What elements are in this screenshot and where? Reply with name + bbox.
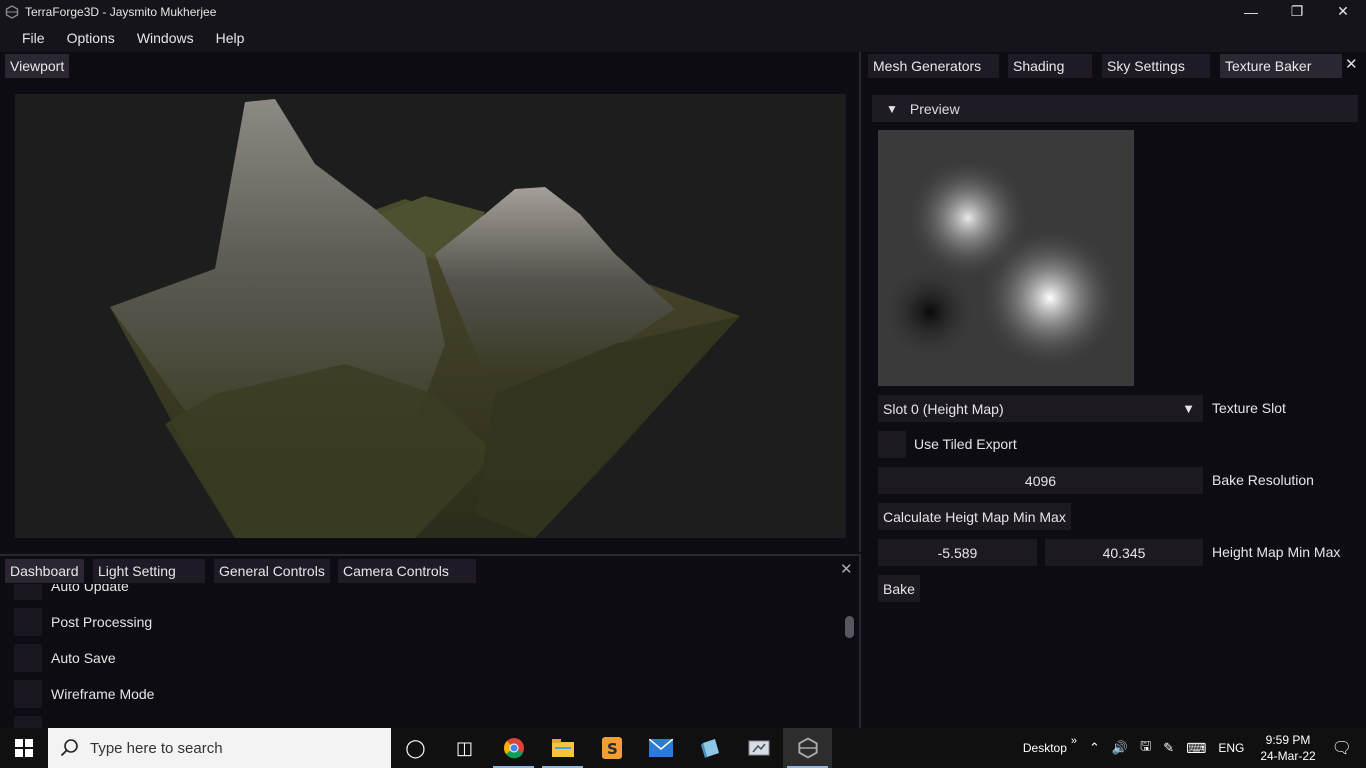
tab-sky-settings[interactable]: Sky Settings — [1102, 54, 1210, 78]
toolbar-expand-icon[interactable]: » — [1071, 735, 1077, 747]
tab-shading[interactable]: Shading — [1008, 54, 1092, 78]
network-icon[interactable]: 🖫 — [1140, 737, 1151, 759]
calculate-minmax-button[interactable]: Calculate Heigt Map Min Max — [878, 503, 1071, 530]
bake-resolution-input[interactable]: 4096 — [878, 467, 1203, 494]
tiled-export-checkbox[interactable] — [878, 431, 906, 458]
heightmap-minmax-label: Height Map Min Max — [1212, 544, 1341, 560]
volume-icon[interactable]: 🔊 — [1112, 740, 1128, 756]
language-indicator[interactable]: ENG — [1218, 741, 1244, 755]
notifications-icon[interactable]: 🗨 — [1332, 738, 1352, 758]
texture-slot-label: Texture Slot — [1212, 400, 1286, 416]
restore-button[interactable]: ❐ — [1274, 0, 1320, 23]
list-item: Wireframe Mode — [14, 676, 834, 712]
menu-options[interactable]: Options — [57, 30, 127, 46]
start-button[interactable] — [0, 728, 48, 768]
viewport-panel: Viewport — [0, 52, 861, 552]
viewport-canvas[interactable] — [15, 94, 846, 538]
post-processing-label: Post Processing — [51, 614, 153, 630]
terrain-render — [110, 99, 740, 538]
wireframe-mode-label: Wireframe Mode — [51, 686, 155, 702]
search-placeholder: Type here to search — [90, 739, 223, 757]
preview-title: Preview — [909, 100, 960, 117]
svg-text:S: S — [607, 740, 618, 758]
tab-viewport[interactable]: Viewport — [5, 54, 70, 78]
window-title: TerraForge3D - Jaysmito Mukherjee — [25, 4, 217, 19]
tab-camera-controls[interactable]: Camera Controls — [338, 559, 476, 583]
tab-dashboard[interactable]: Dashboard — [5, 559, 84, 583]
snipping-tool-icon[interactable] — [734, 728, 783, 768]
title-bar: TerraForge3D - Jaysmito Mukherjee — ❐ ✕ — [0, 0, 1366, 23]
mail-icon[interactable] — [636, 728, 685, 768]
minimize-button[interactable]: — — [1228, 0, 1274, 23]
sublime-text-icon[interactable]: S — [587, 728, 636, 768]
show-hidden-icons-icon[interactable]: ⌃ — [1089, 740, 1100, 756]
tab-general-controls[interactable]: General Controls — [214, 559, 330, 583]
close-tab-icon[interactable]: ✕ — [1345, 55, 1358, 73]
close-panel-icon[interactable]: ✕ — [840, 560, 853, 578]
tab-texture-baker[interactable]: Texture Baker — [1220, 54, 1342, 78]
dashboard-options-list: Auto Update Post Processing Auto Save Wi… — [14, 584, 834, 730]
cortana-icon[interactable]: ◯ — [391, 728, 440, 768]
keyboard-icon[interactable]: ⌨ — [1186, 740, 1206, 757]
preview-section-header[interactable]: ▼ Preview — [872, 95, 1358, 122]
tab-light-setting[interactable]: Light Setting — [93, 559, 205, 583]
post-processing-checkbox[interactable] — [14, 608, 42, 636]
clock[interactable]: 9:59 PM 24-Mar-22 — [1260, 732, 1315, 764]
bake-resolution-label: Bake Resolution — [1212, 472, 1314, 488]
dashboard-panel: Dashboard Light Setting General Controls… — [0, 554, 861, 730]
chrome-icon[interactable] — [489, 728, 538, 768]
dropdown-arrow-icon: ▼ — [1182, 401, 1195, 416]
texture-slot-dropdown[interactable]: Slot 0 (Height Map) ▼ — [878, 395, 1203, 422]
auto-update-label: Auto Update — [51, 584, 129, 594]
pen-icon[interactable]: ✎ — [1163, 740, 1174, 756]
bake-button[interactable]: Bake — [878, 575, 920, 602]
app-logo-icon — [5, 4, 19, 19]
terraforge-taskbar-icon[interactable] — [783, 728, 832, 768]
menu-file[interactable]: File — [0, 30, 57, 46]
file-explorer-icon[interactable] — [538, 728, 587, 768]
menu-help[interactable]: Help — [206, 30, 257, 46]
heightmap-max-input[interactable]: 40.345 — [1045, 539, 1203, 566]
dashboard-scrollbar[interactable] — [844, 584, 856, 730]
tiled-export-label: Use Tiled Export — [914, 436, 1017, 452]
menu-windows[interactable]: Windows — [127, 30, 206, 46]
texture-baker-panel: Mesh Generators Shading Sky Settings Tex… — [863, 52, 1366, 728]
close-button[interactable]: ✕ — [1320, 0, 1366, 23]
desktop-toolbar[interactable]: Desktop — [1023, 741, 1067, 755]
wireframe-mode-checkbox[interactable] — [14, 680, 42, 708]
3d-viewer-icon[interactable] — [685, 728, 734, 768]
auto-update-checkbox[interactable] — [14, 584, 42, 600]
auto-save-label: Auto Save — [51, 650, 116, 666]
heightmap-preview-image — [878, 130, 1134, 386]
clock-date: 24-Mar-22 — [1260, 749, 1316, 763]
menu-bar: File Options Windows Help — [0, 23, 1366, 52]
heightmap-min-input[interactable]: -5.589 — [878, 539, 1037, 566]
scrollbar-thumb[interactable] — [845, 616, 854, 638]
list-item: Post Processing — [14, 604, 834, 640]
list-item: Auto Save — [14, 640, 834, 676]
tab-mesh-generators[interactable]: Mesh Generators — [868, 54, 999, 78]
taskbar-search-box[interactable]: Type here to search — [48, 728, 391, 768]
auto-save-checkbox[interactable] — [14, 644, 42, 672]
collapse-triangle-icon: ▼ — [886, 101, 898, 116]
search-icon — [60, 739, 78, 757]
clock-time: 9:59 PM — [1265, 733, 1311, 747]
list-item: Auto Update — [14, 584, 834, 604]
windows-logo-icon — [15, 739, 33, 757]
taskbar: Type here to search ◯ ◫ S Desktop » ⌃ 🔊 … — [0, 728, 1366, 768]
task-view-icon[interactable]: ◫ — [440, 728, 489, 768]
system-tray: Desktop » ⌃ 🔊 🖫 ✎ ⌨ ENG 9:59 PM 24-Mar-2… — [1017, 728, 1366, 768]
texture-slot-value: Slot 0 (Height Map) — [883, 400, 1004, 417]
